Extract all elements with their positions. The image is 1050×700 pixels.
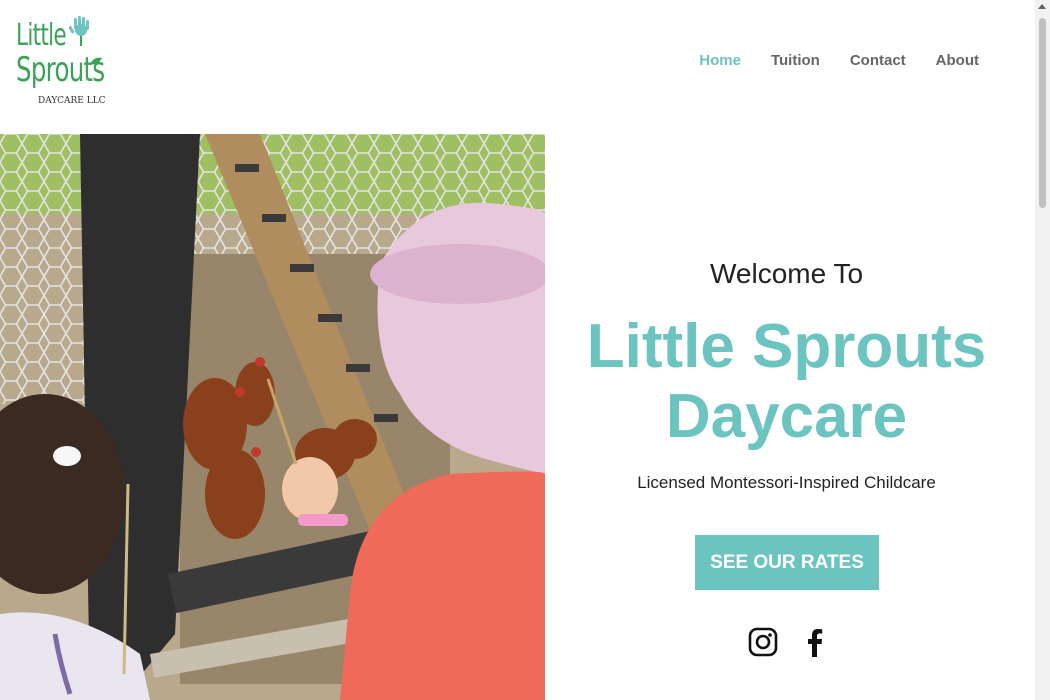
scrollbar-thumb[interactable] <box>1039 18 1046 208</box>
logo-word-daycare: DAYCARE LLC <box>38 96 106 106</box>
site-header: Little Sprouts DAYCARE LLC Home Tuition … <box>0 0 1035 134</box>
hero-photo-illustration <box>0 134 545 700</box>
instagram-icon[interactable] <box>747 626 779 658</box>
hero-photo-children-feeding-chickens <box>0 134 545 700</box>
leaf-icon <box>90 57 102 65</box>
nav-tuition[interactable]: Tuition <box>771 52 820 69</box>
social-links <box>747 626 831 658</box>
hero-section: Welcome To Little Sprouts Daycare Licens… <box>545 134 1035 700</box>
title-line-2: Daycare <box>665 382 908 451</box>
facebook-icon[interactable] <box>799 626 831 658</box>
logo-word-little: Little <box>16 18 67 53</box>
page-scrollbar[interactable] <box>1035 0 1050 700</box>
site-logo[interactable]: Little Sprouts DAYCARE LLC <box>14 16 110 112</box>
page-title: Little Sprouts Daycare <box>545 312 1028 452</box>
nav-about[interactable]: About <box>936 52 979 69</box>
main-nav: Home Tuition Contact About <box>699 52 979 69</box>
hand-flower-icon <box>69 16 89 46</box>
nav-home[interactable]: Home <box>699 52 741 69</box>
nav-contact[interactable]: Contact <box>850 52 906 69</box>
welcome-heading: Welcome To <box>709 258 864 289</box>
scroll-up-arrow-icon[interactable] <box>1038 4 1046 9</box>
tagline: Licensed Montessori-Inspired Childcare <box>637 473 936 492</box>
title-line-1: Little Sprouts <box>586 312 987 381</box>
see-rates-button[interactable]: SEE OUR RATES <box>695 535 879 590</box>
